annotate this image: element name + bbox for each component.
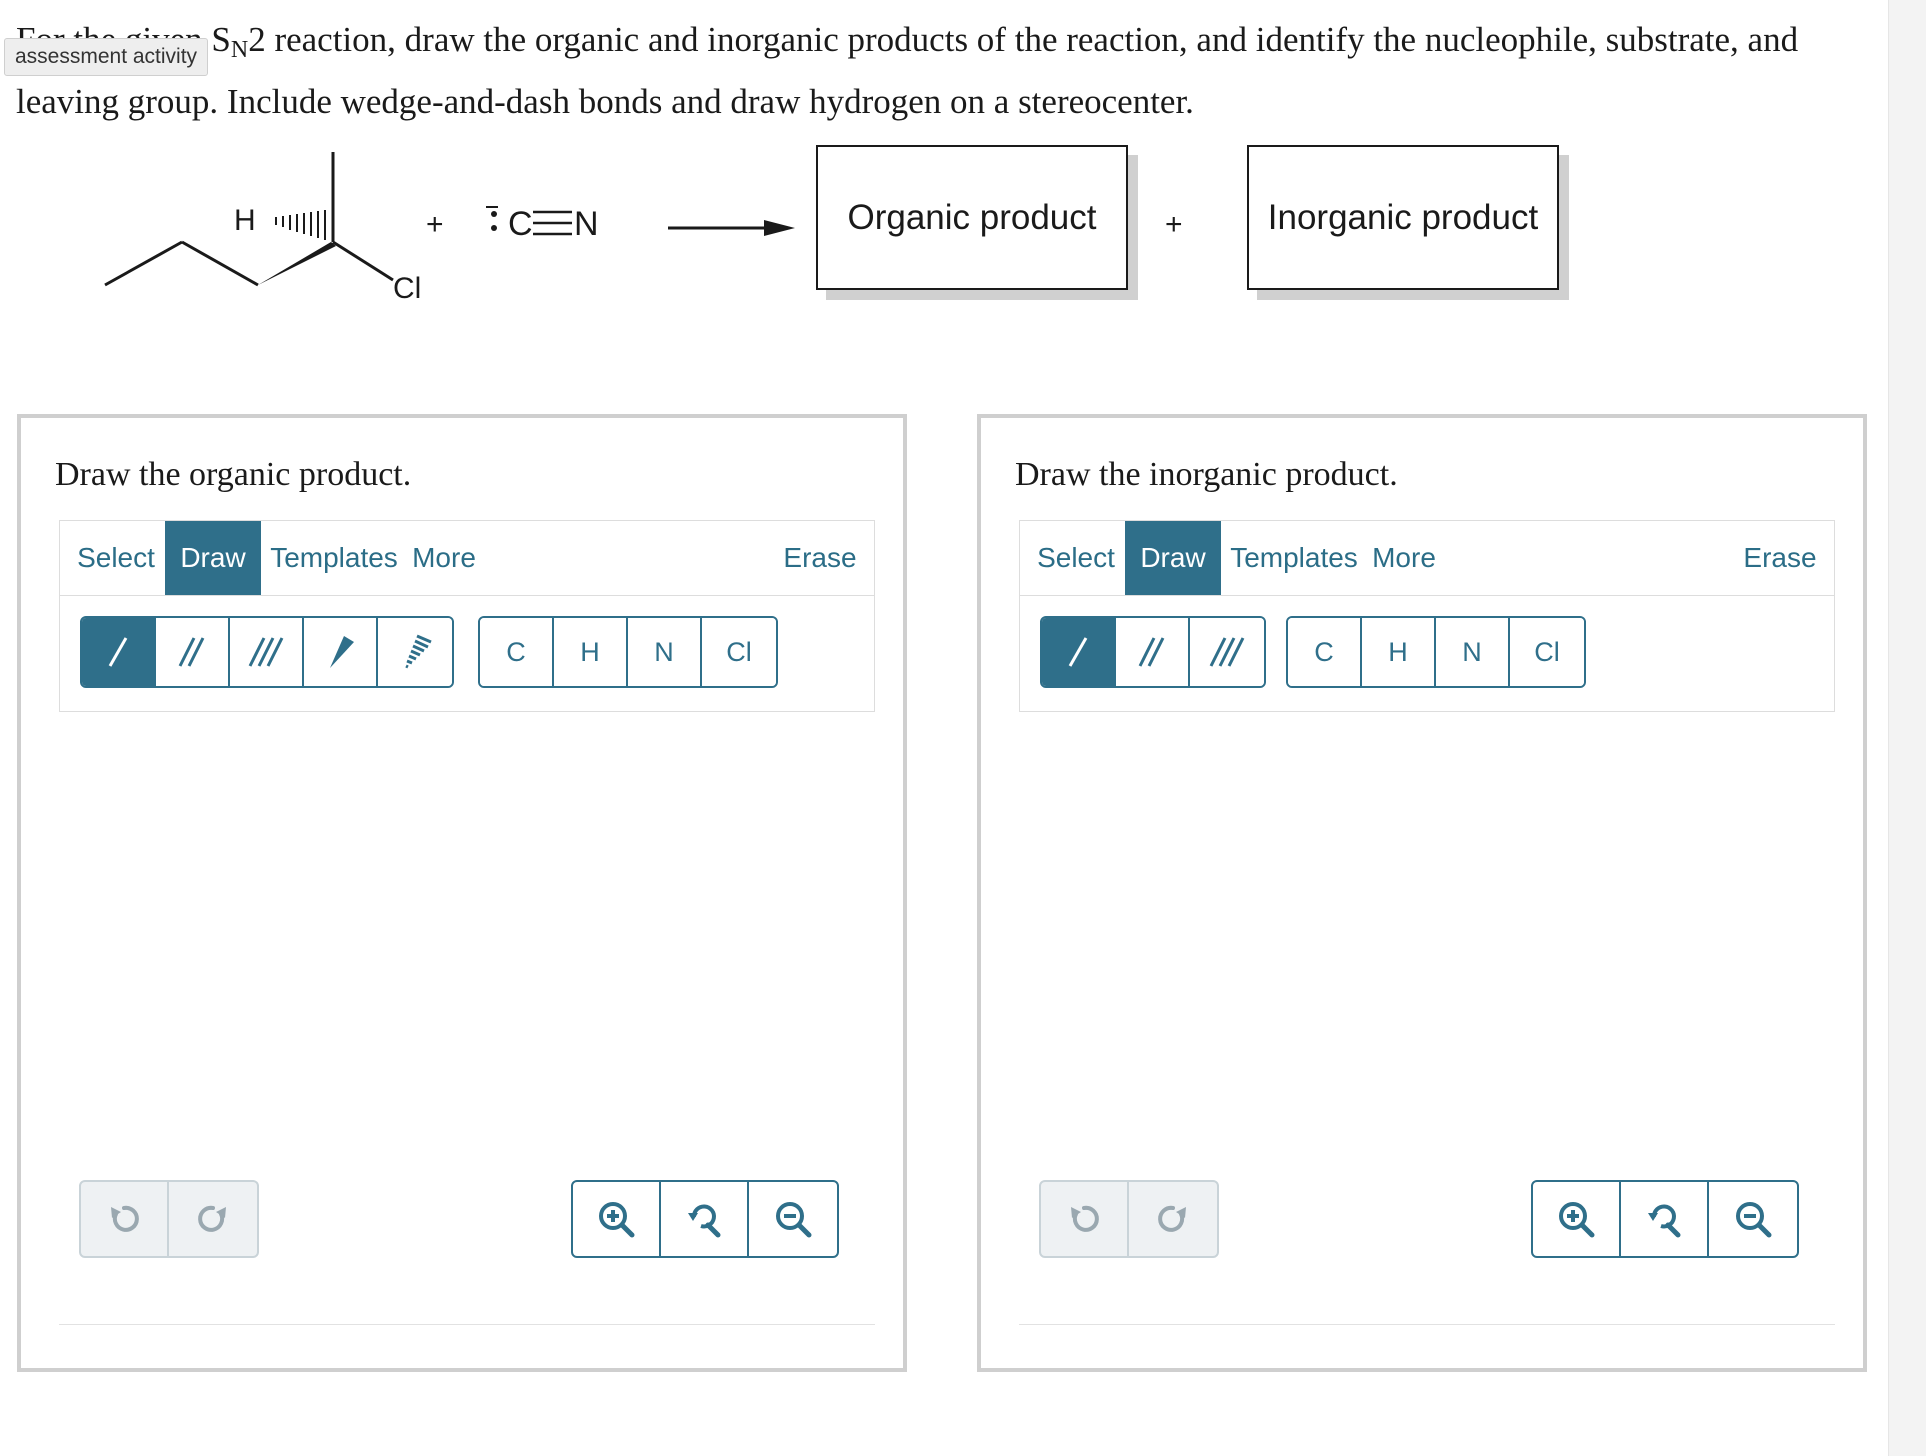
- zoom-reset-button[interactable]: [1621, 1182, 1709, 1256]
- canvas-divider: [1019, 1324, 1835, 1325]
- triple-bond-icon: [1209, 637, 1245, 667]
- single-bond-button[interactable]: [82, 618, 156, 686]
- zoom-reset-icon: [688, 1204, 721, 1238]
- single-bond-button[interactable]: [1042, 618, 1116, 686]
- atom-cl-button[interactable]: Cl: [702, 618, 776, 686]
- reaction-scheme: H Cl + C N: [104, 152, 795, 305]
- bond-ch2-c: [181, 240, 259, 287]
- bond-tool-group: [1040, 616, 1266, 688]
- assessment-activity-badge: assessment activity: [4, 38, 209, 76]
- wedge-bond-button[interactable]: [304, 618, 378, 686]
- redo-icon: [1158, 1205, 1186, 1232]
- tab-draw[interactable]: Draw: [1125, 521, 1221, 595]
- zoom-out-button[interactable]: [1709, 1182, 1797, 1256]
- products-plus: +: [1165, 208, 1183, 241]
- atom-tool-group: C H N Cl: [478, 616, 778, 688]
- redo-button[interactable]: [169, 1182, 257, 1256]
- double-bond-icon: [178, 637, 205, 667]
- atom-c-button[interactable]: C: [1288, 618, 1362, 686]
- erase-button[interactable]: Erase: [1740, 521, 1820, 595]
- undo-button[interactable]: [81, 1182, 169, 1256]
- tab-templates[interactable]: Templates: [1226, 521, 1362, 595]
- erase-button[interactable]: Erase: [780, 521, 860, 595]
- dash-bond-icon: [405, 634, 432, 669]
- triple-bond-button[interactable]: [1190, 618, 1264, 686]
- editor-tabbar: Select Draw Templates More Erase: [1019, 520, 1835, 596]
- redo-button[interactable]: [1129, 1182, 1217, 1256]
- zoom-out-button[interactable]: [749, 1182, 837, 1256]
- svg-text:N: N: [574, 205, 599, 243]
- inorganic-drawing-panel: Draw the inorganic product. Select Draw …: [977, 414, 1867, 1372]
- subscript-n: N: [230, 37, 249, 63]
- zoom-reset-icon: [1648, 1204, 1681, 1238]
- cl-atom-label: Cl: [393, 272, 421, 305]
- zoom-in-button[interactable]: [1533, 1182, 1621, 1256]
- bond-c-cl: [332, 240, 394, 282]
- atom-h-button[interactable]: H: [554, 618, 628, 686]
- dash-bond-button[interactable]: [378, 618, 452, 686]
- double-bond-icon: [1138, 637, 1165, 667]
- atom-tool-group: C H N Cl: [1286, 616, 1586, 688]
- zoom-out-icon: [776, 1202, 812, 1238]
- tab-select[interactable]: Select: [70, 521, 162, 595]
- atom-cl-button[interactable]: Cl: [1510, 618, 1584, 686]
- atom-n-button[interactable]: N: [628, 618, 702, 686]
- zoom-in-icon: [1559, 1202, 1595, 1238]
- tab-select[interactable]: Select: [1030, 521, 1122, 595]
- wedge-bond-icon: [330, 636, 354, 668]
- editor-tabbar: Select Draw Templates More Erase: [59, 520, 875, 596]
- hashed-bond: [275, 210, 326, 240]
- panel-title: Draw the inorganic product.: [1015, 456, 1398, 493]
- redo-icon: [198, 1205, 226, 1232]
- reactant-plus: +: [426, 208, 444, 241]
- panel-title: Draw the organic product.: [55, 456, 412, 493]
- triple-bond-button[interactable]: [230, 618, 304, 686]
- zoom-out-icon: [1736, 1202, 1772, 1238]
- tab-more[interactable]: More: [1368, 521, 1440, 595]
- svg-text:C: C: [508, 205, 533, 243]
- single-bond-icon: [1068, 637, 1088, 667]
- zoom-group: [1531, 1180, 1799, 1258]
- organic-product-box[interactable]: Organic product: [816, 145, 1128, 290]
- atom-c-button[interactable]: C: [480, 618, 554, 686]
- scrollbar-track[interactable]: [1888, 0, 1926, 1456]
- zoom-in-icon: [599, 1202, 635, 1238]
- zoom-in-button[interactable]: [573, 1182, 661, 1256]
- question-text: For the given SN2 reaction, draw the org…: [16, 20, 1799, 121]
- editor-toolrow: C H N Cl: [1019, 596, 1835, 712]
- atom-h-button[interactable]: H: [1362, 618, 1436, 686]
- triple-bond-icon: [248, 637, 284, 667]
- atom-n-button[interactable]: N: [1436, 618, 1510, 686]
- tab-templates[interactable]: Templates: [266, 521, 402, 595]
- organic-drawing-panel: Draw the organic product. Select Draw Te…: [17, 414, 907, 1372]
- undo-icon: [1071, 1205, 1099, 1232]
- zoom-reset-button[interactable]: [661, 1182, 749, 1256]
- wedge-bond: [258, 242, 336, 285]
- inorganic-product-box[interactable]: Inorganic product: [1247, 145, 1559, 290]
- editor-toolrow: C H N Cl: [59, 596, 875, 712]
- undo-button[interactable]: [1041, 1182, 1129, 1256]
- double-bond-button[interactable]: [156, 618, 230, 686]
- zoom-group: [571, 1180, 839, 1258]
- single-bond-icon: [108, 637, 128, 667]
- undo-icon: [111, 1205, 139, 1232]
- h-atom-label: H: [234, 204, 256, 237]
- canvas-divider: [59, 1324, 875, 1325]
- undo-redo-group: [1039, 1180, 1219, 1258]
- bond-tool-group: [80, 616, 454, 688]
- tab-more[interactable]: More: [408, 521, 480, 595]
- double-bond-button[interactable]: [1116, 618, 1190, 686]
- bond-ch3-ch2: [104, 240, 183, 287]
- reaction-arrow: [668, 220, 795, 236]
- undo-redo-group: [79, 1180, 259, 1258]
- cyanide-nucleophile: C N: [486, 205, 599, 243]
- tab-draw[interactable]: Draw: [165, 521, 261, 595]
